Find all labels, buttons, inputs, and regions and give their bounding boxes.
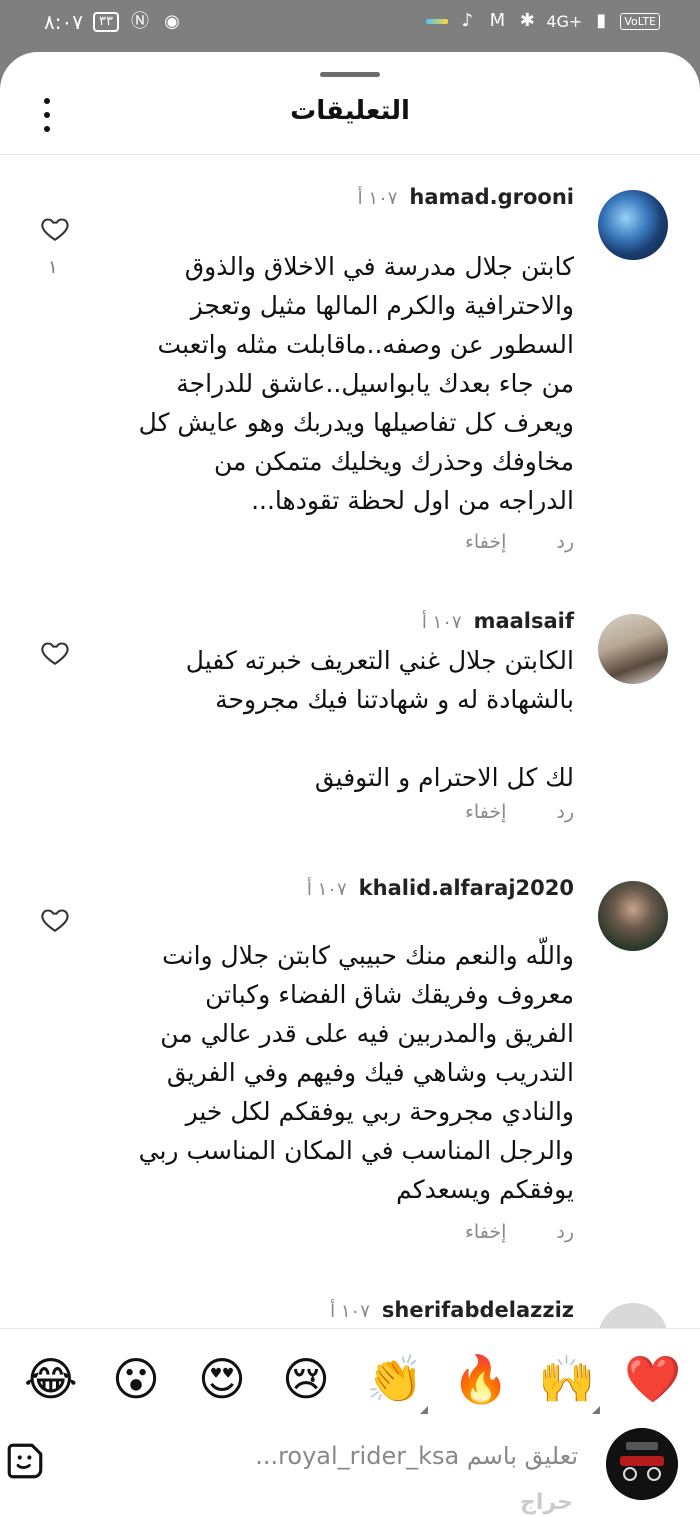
royal-rider-logo-icon bbox=[606, 1428, 678, 1500]
app-notification-icon bbox=[426, 18, 449, 24]
comment-time: ١٠٧ أ bbox=[306, 879, 347, 900]
comment-item: sherifabdelazziz ١٠٧ أ bbox=[0, 1298, 700, 1328]
drag-handle[interactable] bbox=[320, 72, 380, 77]
page-title: التعليقات bbox=[290, 96, 410, 126]
emoji-variant-indicator bbox=[420, 1406, 428, 1414]
divider bbox=[0, 154, 700, 155]
watermark: حراج bbox=[520, 1490, 573, 1515]
comment-time: ١٠٧ أ bbox=[330, 1301, 370, 1322]
fire-emoji[interactable]: 🔥 bbox=[452, 1353, 509, 1405]
heart-eyes-emoji[interactable]: 😍 bbox=[196, 1353, 248, 1405]
heart-icon[interactable] bbox=[38, 904, 72, 938]
heart-icon[interactable] bbox=[38, 213, 72, 247]
avatar[interactable] bbox=[598, 881, 668, 951]
like-count: ١ bbox=[48, 257, 58, 278]
raising-hands-emoji[interactable]: 🙌 bbox=[538, 1353, 595, 1405]
comment-text: واللّه والنعم منك حبيبي كابتن جلال وانت … bbox=[130, 941, 574, 1204]
tears-of-joy-emoji[interactable]: 😂 bbox=[24, 1353, 78, 1405]
volte-badge: VoLTE bbox=[620, 12, 660, 30]
reply-button[interactable]: رد bbox=[556, 801, 574, 823]
comment-time: ١٠٧ أ bbox=[421, 612, 462, 633]
comment-username[interactable]: khalid.alfaraj2020 bbox=[359, 876, 574, 900]
astonished-face-emoji[interactable]: 😮 bbox=[110, 1353, 162, 1405]
avatar[interactable] bbox=[598, 1303, 668, 1328]
comment-time: ١٠٧ أ bbox=[357, 188, 398, 209]
comment-username[interactable]: maalsaif bbox=[474, 609, 574, 633]
hide-button[interactable]: إخفاء bbox=[465, 801, 506, 823]
battery-indicator: ٣٣ bbox=[92, 12, 119, 32]
avatar[interactable] bbox=[606, 1428, 678, 1500]
hide-button[interactable]: إخفاء bbox=[465, 531, 506, 553]
clapping-hands-emoji[interactable]: 👏 bbox=[366, 1353, 423, 1405]
heart-icon[interactable] bbox=[38, 637, 72, 671]
comment-input[interactable]: تعليق باسم royal_rider_ksa... bbox=[255, 1442, 578, 1470]
avatar[interactable] bbox=[598, 190, 668, 260]
network-type: 4G+ bbox=[546, 11, 583, 31]
emoji-variant-indicator bbox=[592, 1406, 600, 1414]
sticker-icon[interactable] bbox=[4, 1440, 46, 1482]
signal-icon: ▮ bbox=[596, 10, 607, 31]
hide-button[interactable]: إخفاء bbox=[465, 1221, 506, 1243]
comment-username[interactable]: hamad.grooni bbox=[409, 185, 574, 209]
red-heart-emoji[interactable]: ❤️ bbox=[624, 1353, 681, 1405]
comment-input-row: تعليق باسم royal_rider_ksa... bbox=[0, 1428, 700, 1517]
comment-text: كابتن جلال مدرسة في الاخلاق والذوق والاح… bbox=[130, 252, 574, 515]
gmail-icon: M bbox=[489, 10, 506, 31]
comment-username[interactable]: sherifabdelazziz bbox=[382, 1298, 574, 1322]
tiktok-icon: ♪ bbox=[461, 10, 474, 31]
comment-text: الكابتن جلال غني التعريف خبرته كفيل بالش… bbox=[185, 646, 574, 792]
reply-button[interactable]: رد bbox=[556, 1221, 574, 1243]
nfc-icon: Ⓝ bbox=[130, 11, 149, 32]
reply-button[interactable]: رد bbox=[556, 531, 574, 553]
clock: ٨:٠٧ bbox=[44, 10, 83, 34]
crying-face-emoji[interactable]: 😢 bbox=[280, 1353, 332, 1405]
eye-icon: ◉ bbox=[164, 11, 180, 32]
emoji-reaction-bar: ❤️ 🙌 🔥 👏 😢 😍 😮 😂 bbox=[0, 1328, 700, 1428]
status-bar: ٨:٠٧ ٣٣ Ⓝ ◉ ♪ M ✱ 4G+ ▮ VoLTE bbox=[0, 0, 700, 50]
avatar[interactable] bbox=[598, 614, 668, 684]
vibrate-icon: ✱ bbox=[519, 10, 535, 31]
